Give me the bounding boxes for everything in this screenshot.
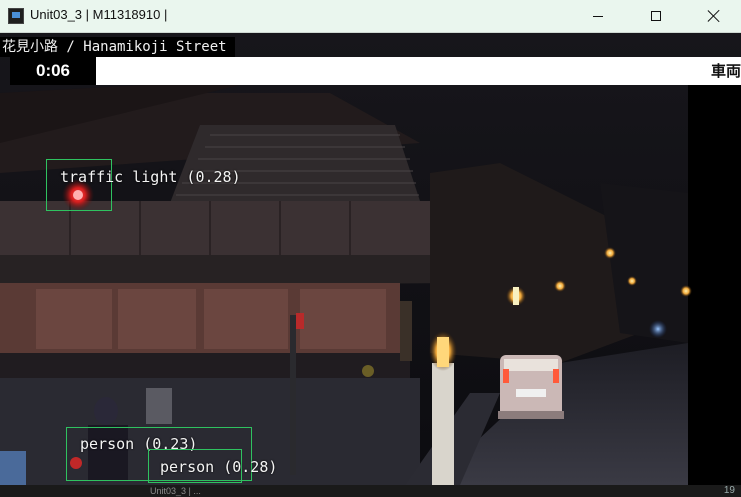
street-scene	[0, 33, 741, 485]
app-icon	[8, 8, 24, 24]
news-ticker: 車両	[96, 57, 741, 85]
close-icon	[708, 10, 720, 22]
maximize-button[interactable]	[628, 0, 684, 32]
detection-label-traffic-light: traffic light (0.28)	[60, 168, 241, 186]
close-button[interactable]	[686, 0, 741, 32]
window-title: Unit03_3 | M11318910 |	[30, 7, 168, 22]
detection-label-person: person (0.28)	[160, 458, 278, 476]
maximize-icon	[651, 11, 661, 21]
elapsed-timer: 0:06	[10, 57, 96, 85]
location-label: 花見小路 / Hanamikoji Street	[0, 37, 235, 57]
minimize-icon	[593, 15, 603, 17]
minimize-button[interactable]	[570, 0, 626, 32]
strip-item[interactable]: Unit03_3 | ...	[150, 486, 201, 496]
window-title-bar[interactable]: Unit03_3 | M11318910 |	[0, 0, 741, 33]
video-frame: 花見小路 / Hanamikoji Street 0:06 車両 traffic…	[0, 33, 741, 485]
strip-number: 19	[723, 485, 735, 496]
ticker-text: 車両	[710, 62, 741, 80]
bottom-strip: Unit03_3 | ... 19	[0, 485, 741, 497]
